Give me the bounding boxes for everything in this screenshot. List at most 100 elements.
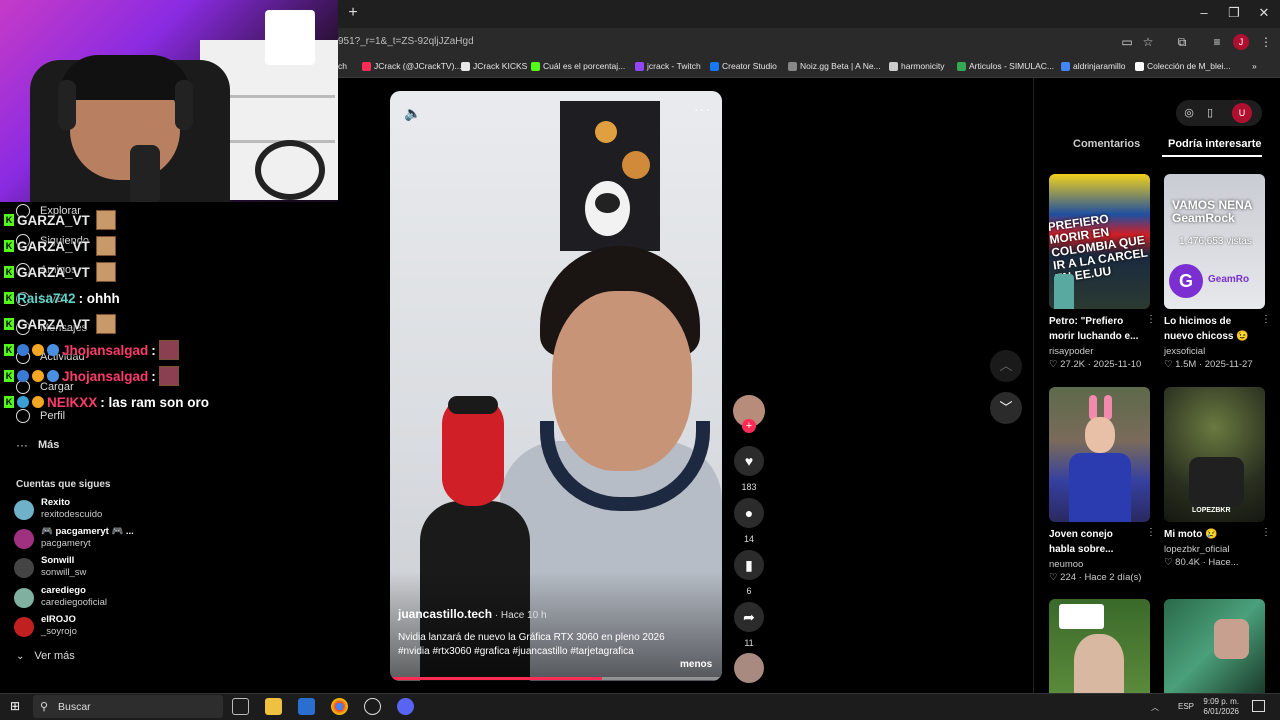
extensions-icon[interactable]: ⧉ — [1174, 34, 1190, 50]
bookmark-item[interactable]: Colección de M_blei... — [1135, 61, 1231, 71]
bookmark-star-icon[interactable]: ☆ — [1140, 34, 1156, 50]
volume-icon[interactable]: 🔈 — [404, 105, 421, 122]
card-author[interactable]: neumoo — [1049, 559, 1150, 570]
card-author[interactable]: risaypoder — [1049, 346, 1150, 357]
video-author[interactable]: juancastillo.tech · Hace 10 h — [398, 607, 547, 621]
following-account[interactable]: 🎮 pacgameryt 🎮 ... pacgameryt — [14, 526, 134, 550]
outlook-icon[interactable] — [298, 698, 315, 715]
card-options-icon[interactable]: ⋮ — [1146, 314, 1156, 325]
tab-comentarios[interactable]: Comentarios — [1073, 138, 1140, 150]
suggested-video-card[interactable]: Joven conejo habla sobre... neumoo ♡ 224… — [1049, 387, 1156, 583]
chat-username: GARZA_VT — [17, 212, 90, 228]
card-options-icon[interactable]: ⋮ — [1146, 527, 1156, 538]
card-meta: ♡ 224 · Hace 2 día(s) — [1049, 572, 1142, 583]
next-video-button[interactable]: ﹀ — [990, 392, 1022, 424]
like-count: 183 — [741, 482, 757, 492]
sound-avatar[interactable] — [734, 653, 764, 683]
video-progress-fill — [390, 677, 603, 680]
bookmark-item[interactable]: ch — [338, 61, 347, 71]
profile-icon[interactable]: J — [1233, 34, 1249, 50]
tab-podria-interesarte[interactable]: Podría interesarte — [1168, 138, 1262, 150]
video-player[interactable]: 🔈 ··· juancastillo.tech · Hace 10 h Nvid… — [390, 91, 722, 681]
video-bg-planet — [622, 151, 650, 179]
card-author[interactable]: lopezbkr_oficial — [1164, 544, 1265, 555]
device-icon[interactable]: ▯ — [1200, 103, 1220, 123]
video-thumbnail[interactable] — [1049, 387, 1150, 522]
account-handle: carediegooficial — [41, 597, 108, 608]
video-thumbnail[interactable]: VAMOS NENA GeamRock 1,476,653 vistas G G… — [1164, 174, 1265, 309]
see-more-button[interactable]: ⌄ Ver más — [16, 650, 75, 662]
card-author[interactable]: jexsoficial — [1164, 346, 1265, 357]
windows-start-icon[interactable]: ⊞ — [10, 699, 22, 713]
emote-icon — [95, 314, 116, 334]
minimize-icon[interactable]: – — [1196, 5, 1212, 20]
bookmark-item[interactable]: harmonicity — [889, 61, 944, 71]
nav-mas[interactable]: ··· Más — [16, 438, 59, 452]
following-account[interactable]: carediego carediegooficial — [14, 585, 107, 609]
compass-icon[interactable]: ◎ — [1179, 103, 1199, 123]
card-title: Petro: "Prefiero — [1049, 316, 1124, 327]
author-name[interactable]: juancastillo.tech — [398, 607, 492, 621]
chat-text: : las ram son oro — [100, 394, 210, 410]
chat-message: K Jhojansalgad: — [4, 365, 179, 387]
card-options-icon[interactable]: ⋮ — [1261, 527, 1271, 538]
video-thumbnail[interactable]: LOPEZBKR — [1164, 387, 1265, 522]
url-field[interactable]: 951?_r=1&_t=ZS-92qljJZaHgd — [338, 36, 474, 47]
follow-plus-icon[interactable]: + — [742, 419, 756, 433]
video-thumbnail[interactable] — [1049, 599, 1150, 693]
account-name: carediego — [41, 585, 86, 596]
bookmark-favicon — [1061, 61, 1070, 71]
bookmarks-overflow-icon[interactable]: » — [1252, 61, 1257, 71]
discord-icon[interactable] — [397, 698, 414, 715]
bookmark-item[interactable]: Creator Studio — [710, 61, 777, 71]
bookmark-item[interactable]: jcrack - Twitch — [635, 61, 701, 71]
comment-button[interactable]: ● 14 — [734, 498, 764, 544]
new-tab-button[interactable]: + — [346, 4, 360, 22]
share-count: 11 — [744, 638, 754, 648]
chat-text: : ohhh — [78, 290, 120, 306]
bookmark-item[interactable]: JCrack (@JCrackTV)... — [362, 61, 462, 71]
bookmark-item[interactable]: JCrack KICKS — [461, 61, 527, 71]
suggested-video-card[interactable] — [1049, 599, 1150, 693]
video-thumbnail[interactable]: PREFIERO MORIR EN COLOMBIA QUE IR A LA C… — [1049, 174, 1150, 309]
thumbnail-text: LOPEZBKR — [1192, 507, 1231, 514]
like-button[interactable]: ♥ 183 — [734, 446, 764, 492]
language-indicator[interactable]: ESP — [1178, 702, 1194, 711]
bookmark-item[interactable]: Cuál es el porcentaj... — [531, 61, 625, 71]
restore-icon[interactable]: ❐ — [1226, 5, 1242, 21]
user-avatar-icon[interactable]: U — [1232, 103, 1252, 123]
bookmark-item[interactable]: aldrinjaramillo — [1061, 61, 1125, 71]
save-button[interactable]: ▮ 6 — [734, 550, 764, 596]
share-button[interactable]: ➦ 11 — [734, 602, 764, 648]
bookmark-item[interactable]: Articulos - SIMULAC... — [957, 61, 1054, 71]
suggested-video-card[interactable] — [1164, 599, 1265, 693]
following-account[interactable]: elROJO _soyrojo — [14, 614, 77, 638]
following-account[interactable]: Sonwill sonwill_sw — [14, 555, 86, 579]
chat-message: K Jhojansalgad: — [4, 339, 179, 361]
following-account[interactable]: Rexito rexitodescuido — [14, 497, 102, 521]
previous-video-button[interactable]: ︿ — [990, 350, 1022, 382]
suggested-video-card[interactable]: PREFIERO MORIR EN COLOMBIA QUE IR A LA C… — [1049, 174, 1156, 370]
menu-dots-icon[interactable]: ⋮ — [1258, 34, 1274, 50]
notification-icon[interactable] — [1252, 700, 1265, 712]
suggested-video-card[interactable]: LOPEZBKR Mi moto 😢 lopezbkr_oficial ♡ 80… — [1164, 387, 1271, 568]
chat-message: K GARZA_VT — [4, 235, 116, 257]
card-options-icon[interactable]: ⋮ — [1261, 314, 1271, 325]
obs-icon[interactable] — [364, 698, 381, 715]
suggested-video-card[interactable]: VAMOS NENA GeamRock 1,476,653 vistas G G… — [1164, 174, 1271, 370]
card-title: habla sobre... — [1049, 544, 1114, 555]
file-explorer-icon[interactable] — [265, 698, 282, 715]
close-window-icon[interactable]: ✕ — [1256, 5, 1272, 21]
more-options-icon[interactable]: ··· — [694, 101, 711, 117]
task-view-icon[interactable] — [232, 698, 249, 715]
media-icon[interactable]: ≡ — [1209, 34, 1225, 50]
clock[interactable]: 9:09 p. m. 6/01/2026 — [1203, 697, 1239, 717]
account-handle: rexitodescuido — [41, 509, 103, 520]
taskbar-search-placeholder[interactable]: Buscar — [58, 701, 91, 713]
cast-icon[interactable]: ▭ — [1119, 34, 1135, 50]
video-thumbnail[interactable] — [1164, 599, 1265, 693]
less-button[interactable]: menos — [680, 659, 712, 670]
chrome-icon[interactable] — [331, 698, 348, 715]
tray-chevron-icon[interactable]: ︿ — [1151, 702, 1159, 713]
bookmark-item[interactable]: Noiz.gg Beta | A Ne... — [788, 61, 881, 71]
